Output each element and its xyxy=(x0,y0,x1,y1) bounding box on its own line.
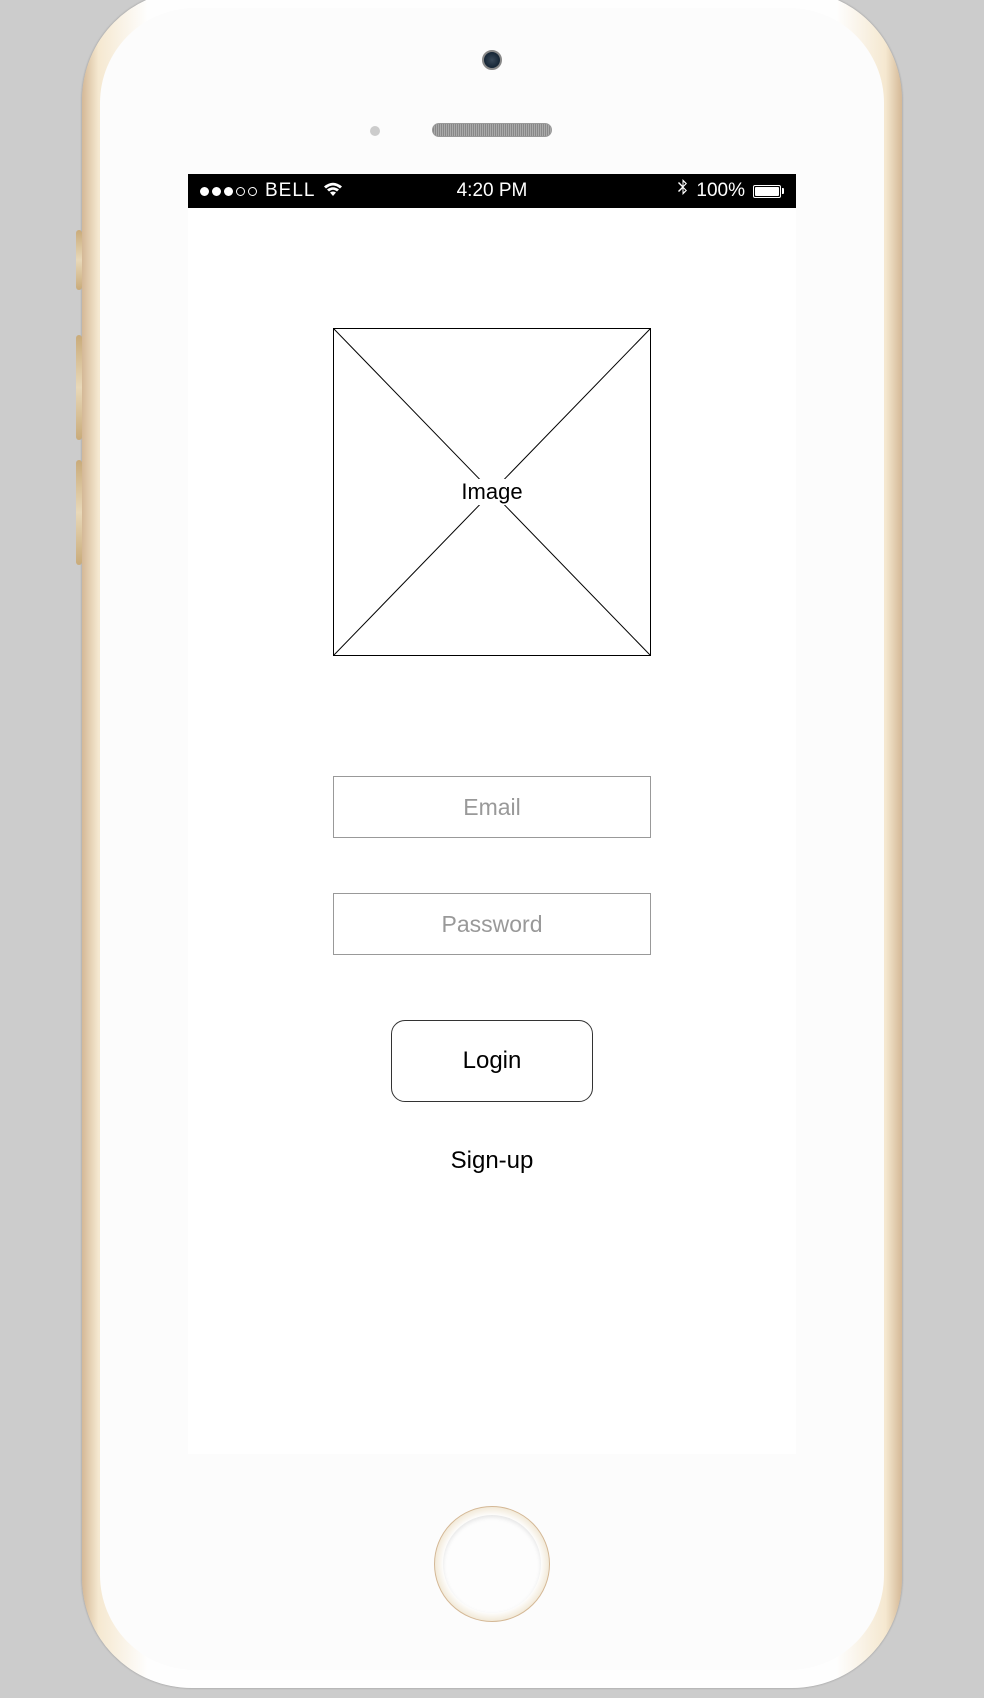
email-field[interactable] xyxy=(333,776,651,838)
battery-icon xyxy=(753,185,784,198)
volume-down-button xyxy=(76,460,82,565)
mute-switch xyxy=(76,230,82,290)
status-bar: BELL 4:20 PM 100% xyxy=(188,174,796,208)
proximity-sensor xyxy=(370,126,380,136)
image-placeholder-label: Image xyxy=(451,479,532,505)
carrier-label: BELL xyxy=(265,180,315,202)
phone-screen: BELL 4:20 PM 100% xyxy=(188,174,796,1454)
logo-image-placeholder: Image xyxy=(333,328,651,656)
wifi-icon xyxy=(323,181,343,202)
signal-strength-icon xyxy=(200,187,257,196)
login-screen-content: Image Login Sign-up xyxy=(188,208,796,1175)
earpiece-speaker xyxy=(432,123,552,137)
status-bar-left: BELL xyxy=(200,180,343,202)
status-bar-right: 100% xyxy=(677,179,784,203)
phone-mockup-frame: BELL 4:20 PM 100% xyxy=(82,0,902,1688)
phone-bezel: BELL 4:20 PM 100% xyxy=(100,8,884,1670)
front-camera xyxy=(482,50,502,70)
login-button[interactable]: Login xyxy=(391,1020,593,1102)
status-bar-time: 4:20 PM xyxy=(457,180,528,202)
battery-percent-label: 100% xyxy=(696,180,745,202)
signup-link[interactable]: Sign-up xyxy=(451,1147,534,1175)
bluetooth-icon xyxy=(677,179,688,203)
password-field[interactable] xyxy=(333,893,651,955)
home-button[interactable] xyxy=(434,1506,550,1622)
volume-up-button xyxy=(76,335,82,440)
